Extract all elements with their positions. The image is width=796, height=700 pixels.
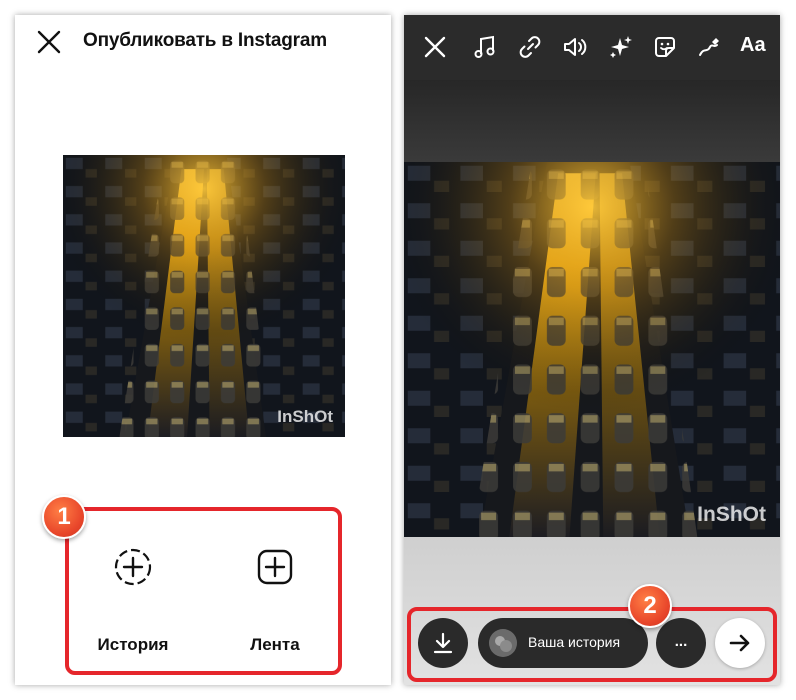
sound-icon[interactable]: [561, 33, 589, 61]
text-tool-button[interactable]: Aa: [740, 34, 766, 57]
highlight-box-1: [65, 507, 342, 675]
highlight-box-2: [407, 607, 777, 682]
close-icon[interactable]: [421, 33, 449, 61]
city-traffic-image: [404, 162, 780, 537]
close-icon[interactable]: [36, 29, 62, 55]
editor-toolbar: Aa: [404, 15, 780, 80]
sticker-icon[interactable]: [651, 33, 679, 61]
link-icon[interactable]: [516, 33, 544, 61]
story-media: InShOt: [404, 162, 780, 537]
effects-sparkle-icon[interactable]: [606, 33, 634, 61]
music-icon[interactable]: [471, 33, 499, 61]
page-title: Опубликовать в Instagram: [83, 30, 327, 51]
watermark: InShOt: [277, 407, 333, 426]
city-traffic-image: [63, 155, 345, 437]
story-editor-screen: Aa InShOt Ваша история ...: [404, 15, 780, 685]
step-badge-1: 1: [42, 495, 86, 539]
step-badge-2: 2: [628, 584, 672, 628]
watermark: InShOt: [697, 503, 766, 526]
draw-icon[interactable]: [695, 33, 723, 61]
background-top: [404, 80, 780, 162]
video-thumbnail: InShOt: [63, 155, 345, 437]
